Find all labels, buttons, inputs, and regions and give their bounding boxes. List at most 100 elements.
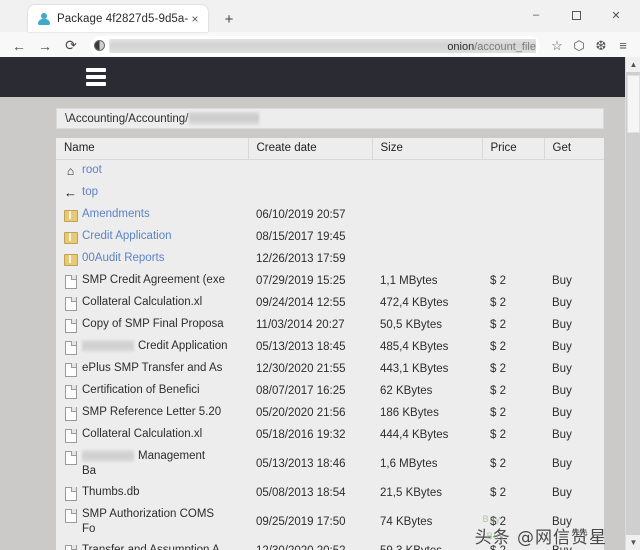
file-name-link[interactable]: Credit Application (82, 339, 228, 354)
name-redaction (82, 450, 134, 462)
cell-get-buy-link[interactable]: Buy (544, 424, 604, 446)
page-body: \Accounting/Accounting/ Name Create date… (0, 97, 625, 550)
new-tab-button[interactable]: + (220, 12, 238, 27)
menu-icon[interactable]: ≡ (612, 35, 634, 57)
cell-create-date: 05/13/2013 18:46 (248, 446, 372, 482)
table-row: SMP Reference Letter 5.2005/20/2020 21:5… (56, 402, 604, 424)
cell-size (372, 204, 482, 226)
column-header-price[interactable]: Price (482, 138, 544, 160)
cell-get-buy-link[interactable]: Buy (544, 358, 604, 380)
cell-get-buy-link[interactable]: Buy (544, 292, 604, 314)
cell-get-buy-link[interactable]: Buy (544, 380, 604, 402)
scrollbar-thumb[interactable] (627, 75, 640, 133)
file-name-link[interactable]: ePlus SMP Transfer and As (82, 361, 222, 376)
file-icon (64, 508, 77, 523)
table-row: Credit Application05/13/2013 18:45485,4 … (56, 336, 604, 358)
cell-create-date: 05/18/2016 19:32 (248, 424, 372, 446)
cell-create-date: 09/24/2014 12:55 (248, 292, 372, 314)
file-name-link[interactable]: 00Audit Reports (82, 251, 164, 266)
shield-icon[interactable]: ⬡ (568, 35, 590, 57)
cell-get-buy-link[interactable]: Buy (544, 270, 604, 292)
cell-name: ← top (56, 182, 248, 204)
table-row: SMP Authorization COMSFo09/25/2019 17:50… (56, 504, 604, 540)
file-browser-panel: \Accounting/Accounting/ Name Create date… (56, 108, 604, 550)
cell-name: Collateral Calculation.xl (56, 292, 248, 314)
bookmark-star-icon[interactable]: ☆ (546, 35, 568, 57)
cell-size (372, 182, 482, 204)
file-name-link[interactable]: Collateral Calculation.xl (82, 427, 202, 442)
file-icon (64, 384, 77, 399)
scroll-up-icon[interactable]: ▲ (626, 57, 640, 72)
close-icon[interactable]: × (188, 13, 202, 25)
table-row: SMP Credit Agreement (exe07/29/2019 15:2… (56, 270, 604, 292)
maximize-button[interactable] (556, 2, 596, 28)
cell-create-date: 05/08/2013 18:54 (248, 482, 372, 504)
file-name-link[interactable]: Thumbs.db (82, 485, 140, 500)
cell-name: ePlus SMP Transfer and As (56, 358, 248, 380)
file-name-link[interactable]: Amendments (82, 207, 150, 222)
file-name-link[interactable]: Credit Application (82, 229, 172, 244)
cell-size: 59,3 KBytes (372, 540, 482, 550)
scroll-down-icon[interactable]: ▼ (626, 535, 640, 550)
hamburger-menu-icon[interactable] (75, 60, 117, 94)
vertical-scrollbar[interactable]: ▲ ▼ (625, 57, 640, 550)
file-name-link[interactable]: Transfer and Assumption A (82, 543, 220, 550)
cell-size: 74 KBytes (372, 504, 482, 540)
file-name-link[interactable]: Certification of Benefici (82, 383, 200, 398)
cell-get-buy-link[interactable]: Buy (544, 314, 604, 336)
browser-window: Package 4f2827d5-9d5a- × + – ✕ ← → ⟳ oni… (0, 0, 640, 550)
scrollbar-track[interactable] (626, 72, 640, 535)
cell-name: SMP Reference Letter 5.20 (56, 402, 248, 424)
cell-get-buy-link[interactable]: Buy (544, 482, 604, 504)
close-window-button[interactable]: ✕ (596, 2, 636, 28)
back-icon[interactable]: ← (6, 34, 32, 58)
extension-icon[interactable]: ❆ (590, 35, 612, 57)
browser-tab[interactable]: Package 4f2827d5-9d5a- × (28, 5, 208, 32)
url-visible-tail: onion/account_file (447, 39, 536, 53)
cell-create-date: 12/30/2020 21:55 (248, 358, 372, 380)
file-name-link[interactable]: Collateral Calculation.xl (82, 295, 202, 310)
column-header-name[interactable]: Name (56, 138, 248, 160)
cell-create-date (248, 182, 372, 204)
cell-get-buy-link[interactable]: Buy (544, 336, 604, 358)
file-table-body: ⌂root←topAmendments06/10/2019 20:57Credi… (56, 160, 604, 550)
cell-size: 21,5 KBytes (372, 482, 482, 504)
column-header-get[interactable]: Get (544, 138, 604, 160)
address-bar[interactable]: onion/account_file (90, 36, 540, 56)
table-row: Transfer and Assumption A12/30/2020 20:5… (56, 540, 604, 550)
cell-price: $ 2 (482, 482, 544, 504)
column-header-date[interactable]: Create date (248, 138, 372, 160)
folder-icon (64, 208, 77, 223)
file-name-link[interactable]: Copy of SMP Final Proposa (82, 317, 224, 332)
file-name-link[interactable]: SMP Authorization COMSFo (82, 507, 214, 537)
file-name-line2: Ba (82, 464, 205, 479)
file-name-link[interactable]: top (82, 185, 98, 200)
site-info-icon[interactable] (94, 40, 105, 51)
cell-get-buy-link (544, 204, 604, 226)
cell-get-buy-link[interactable]: Buy (544, 504, 604, 540)
cell-price: $ 2 (482, 292, 544, 314)
cell-create-date: 05/13/2013 18:45 (248, 336, 372, 358)
column-header-size[interactable]: Size (372, 138, 482, 160)
cell-get-buy-link[interactable]: Buy (544, 446, 604, 482)
forward-icon[interactable]: → (32, 34, 58, 58)
file-name-link[interactable]: SMP Credit Agreement (exe (82, 273, 225, 288)
minimize-button[interactable]: – (516, 2, 556, 28)
file-name-link[interactable]: root (82, 163, 102, 178)
cell-name: Certification of Benefici (56, 380, 248, 402)
cell-get-buy-link[interactable]: Buy (544, 402, 604, 424)
file-icon (64, 544, 77, 550)
cell-get-buy-link[interactable]: Buy (544, 540, 604, 550)
file-name-link[interactable]: ManagementBa (82, 449, 205, 479)
cell-price (482, 248, 544, 270)
cell-size: 50,5 KBytes (372, 314, 482, 336)
cell-price: $ 2 (482, 402, 544, 424)
back-arrow-icon: ← (64, 186, 77, 201)
file-name-link[interactable]: SMP Reference Letter 5.20 (82, 405, 221, 420)
file-icon (64, 450, 77, 465)
file-table: Name Create date Size Price Get ⌂root←to… (56, 138, 604, 550)
table-row: ePlus SMP Transfer and As 12/30/2020 21:5… (56, 358, 604, 380)
reload-icon[interactable]: ⟳ (58, 34, 84, 58)
cell-price: $ 2 (482, 336, 544, 358)
cell-size: 444,4 KBytes (372, 424, 482, 446)
